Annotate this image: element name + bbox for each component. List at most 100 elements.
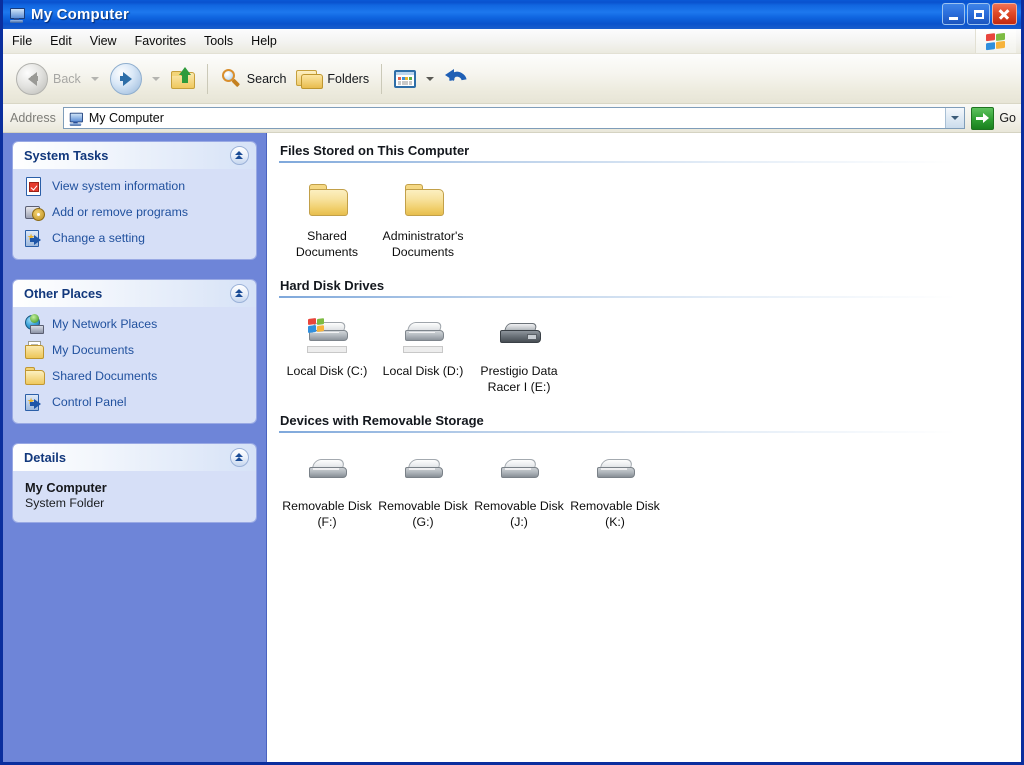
folders-label: Folders — [327, 71, 370, 86]
group-items: Local Disk (C:) Local Disk (D:) Prestigi… — [279, 302, 1021, 395]
my-computer-icon — [8, 6, 26, 24]
group-divider — [279, 431, 1015, 433]
window-title: My Computer — [31, 6, 130, 23]
minimize-button[interactable] — [942, 3, 965, 25]
place-my-documents[interactable]: My Documents — [24, 340, 246, 360]
external-hard-disk-icon — [496, 316, 542, 356]
folder-icon — [304, 181, 350, 221]
item-removable-disk-k[interactable]: Removable Disk (K:) — [567, 437, 663, 530]
place-label: Shared Documents — [52, 369, 158, 383]
views-button[interactable] — [389, 59, 421, 99]
panel-title: System Tasks — [24, 148, 109, 163]
address-input[interactable]: My Computer — [62, 107, 966, 129]
task-add-or-remove-programs[interactable]: Add or remove programs — [24, 202, 246, 222]
shared-documents-icon — [24, 366, 45, 386]
item-label: Removable Disk (F:) — [282, 499, 372, 529]
network-places-icon — [24, 314, 44, 334]
title-bar: My Computer — [3, 0, 1021, 29]
group-hard-disk-drives: Hard Disk Drives Local Disk (C:) Local D… — [279, 278, 1021, 395]
panel-other-places: Other Places My Network Places My Docume… — [13, 280, 256, 423]
forward-arrow-icon — [109, 62, 142, 95]
undo-button[interactable] — [440, 59, 476, 99]
group-items: Removable Disk (F:) Removable Disk (G:) … — [279, 437, 1021, 530]
item-removable-disk-j[interactable]: Removable Disk (J:) — [471, 437, 567, 530]
panel-system-tasks: System Tasks View system information Add… — [13, 142, 256, 259]
task-label: View system information — [52, 179, 186, 193]
group-divider — [279, 296, 1015, 298]
place-label: Control Panel — [52, 395, 127, 409]
menu-tools[interactable]: Tools — [195, 31, 242, 51]
group-heading: Hard Disk Drives — [280, 278, 385, 293]
forward-button[interactable] — [105, 59, 147, 99]
undo-arrow-icon — [445, 67, 471, 92]
address-value: My Computer — [88, 111, 164, 125]
panel-other-places-header[interactable]: Other Places — [13, 280, 256, 307]
back-label: Back — [53, 71, 81, 86]
maximize-button[interactable] — [967, 3, 990, 25]
chevron-up-icon[interactable] — [230, 448, 249, 467]
toolbar: Back Search Folders — [3, 54, 1021, 104]
panel-system-tasks-header[interactable]: System Tasks — [13, 142, 256, 169]
item-prestigio-data-racer-e[interactable]: Prestigio Data Racer I (E:) — [471, 302, 567, 395]
menu-view[interactable]: View — [81, 31, 126, 51]
go-button[interactable]: Go — [971, 106, 1016, 130]
address-dropdown-button[interactable] — [945, 108, 965, 128]
back-arrow-icon — [16, 62, 48, 95]
item-removable-disk-f[interactable]: Removable Disk (F:) — [279, 437, 375, 530]
green-arrow-icon — [971, 106, 995, 130]
folder-icon — [400, 181, 446, 221]
search-button[interactable]: Search — [215, 59, 292, 99]
hard-disk-system-icon — [304, 316, 350, 356]
panel-title: Other Places — [24, 286, 103, 301]
menu-bar: File Edit View Favorites Tools Help — [3, 29, 1021, 54]
item-shared-documents[interactable]: Shared Documents — [279, 167, 375, 260]
menu-file[interactable]: File — [3, 31, 41, 51]
item-label: Removable Disk (K:) — [570, 499, 660, 529]
go-label: Go — [999, 111, 1016, 125]
removable-disk-icon — [592, 451, 638, 491]
back-dropdown-icon[interactable] — [90, 76, 99, 81]
item-label: Prestigio Data Racer I (E:) — [480, 364, 558, 394]
menu-help[interactable]: Help — [242, 31, 286, 51]
menu-favorites[interactable]: Favorites — [126, 31, 195, 51]
chevron-up-icon[interactable] — [230, 146, 249, 165]
panel-details: Details My Computer System Folder — [13, 444, 256, 522]
system-information-icon — [24, 176, 44, 196]
folders-icon — [296, 68, 324, 89]
item-label: Removable Disk (G:) — [378, 499, 468, 529]
panel-title: Details — [24, 450, 66, 465]
item-label: Removable Disk (J:) — [474, 499, 564, 529]
task-view-system-information[interactable]: View system information — [24, 176, 246, 196]
file-list-view: Files Stored on This Computer Shared Doc… — [267, 133, 1021, 762]
search-magnifier-icon — [220, 68, 242, 89]
place-shared-documents[interactable]: Shared Documents — [24, 366, 246, 386]
close-button[interactable] — [992, 3, 1017, 25]
place-my-network-places[interactable]: My Network Places — [24, 314, 246, 334]
window-controls — [942, 3, 1017, 25]
chevron-up-icon[interactable] — [230, 284, 249, 303]
place-label: My Network Places — [52, 317, 158, 331]
change-setting-icon: ★ — [24, 228, 44, 248]
item-administrators-documents[interactable]: Administrator's Documents — [375, 167, 471, 260]
views-dropdown-icon[interactable] — [426, 76, 435, 81]
item-removable-disk-g[interactable]: Removable Disk (G:) — [375, 437, 471, 530]
up-button[interactable] — [166, 59, 200, 99]
toolbar-separator — [206, 63, 208, 94]
explorer-window: My Computer File Edit View Favorites Too… — [0, 0, 1024, 765]
item-label: Local Disk (C:) — [286, 364, 368, 378]
item-local-disk-d[interactable]: Local Disk (D:) — [375, 302, 471, 379]
place-control-panel[interactable]: ★ Control Panel — [24, 392, 246, 412]
window-body: System Tasks View system information Add… — [3, 133, 1021, 762]
place-label: My Documents — [52, 343, 135, 357]
item-local-disk-c[interactable]: Local Disk (C:) — [279, 302, 375, 379]
task-change-a-setting[interactable]: ★ Change a setting — [24, 228, 246, 248]
menu-edit[interactable]: Edit — [41, 31, 81, 51]
panel-details-header[interactable]: Details — [13, 444, 256, 471]
folders-button[interactable]: Folders — [291, 59, 374, 99]
back-button[interactable]: Back — [11, 59, 86, 99]
up-one-level-icon — [170, 67, 195, 89]
panel-details-body: My Computer System Folder — [13, 471, 256, 522]
forward-dropdown-icon[interactable] — [151, 76, 160, 81]
task-pane: System Tasks View system information Add… — [3, 133, 267, 762]
windows-flag-icon — [975, 29, 1016, 53]
